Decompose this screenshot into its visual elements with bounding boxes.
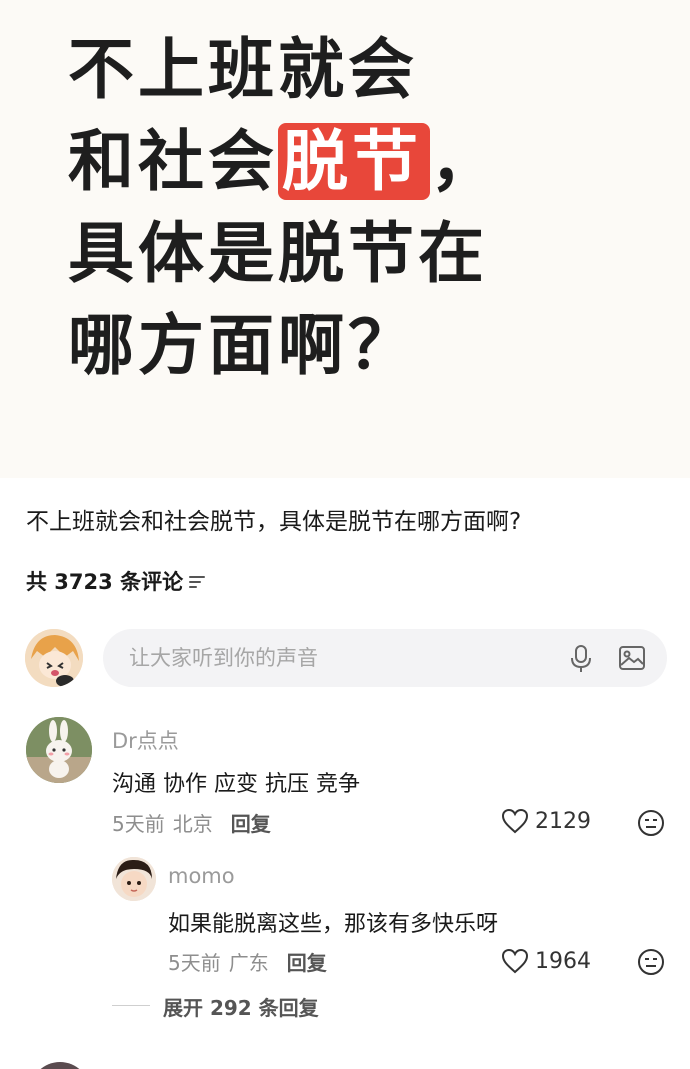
cover-text-comma: ，	[430, 123, 500, 200]
like-button[interactable]: 2129	[501, 808, 591, 834]
comment-meta: 5天前 北京 回复	[112, 808, 271, 837]
next-commenter-avatar[interactable]	[30, 1062, 90, 1069]
comment-time: 5天前	[112, 812, 165, 836]
comment-location: 北京	[172, 812, 213, 836]
cover-text-line-3: 具体是脱节在	[68, 215, 488, 292]
comment-count: 共 3723 条评论	[26, 570, 184, 594]
expand-replies-button[interactable]: 展开 292 条回复	[163, 992, 319, 1021]
emoji-icon[interactable]	[637, 809, 665, 837]
heart-icon	[501, 808, 529, 834]
reply-like-button[interactable]: 1964	[501, 948, 591, 974]
reply-content: 如果能脱离这些，那该有多快乐呀	[168, 912, 499, 937]
cover-text-highlight: 脱节	[278, 123, 430, 200]
cover-text-line-4: 哪方面啊？	[68, 307, 418, 384]
image-icon[interactable]	[619, 646, 645, 670]
reply-avatar[interactable]	[112, 857, 156, 901]
comment-content: 沟通 协作 应变 抗压 竞争	[112, 772, 360, 797]
reply-reply-button[interactable]: 回复	[287, 947, 327, 976]
like-count: 2129	[535, 808, 591, 834]
reply-time: 5天前	[168, 951, 221, 975]
cover-text-line-1: 不上班就会	[68, 31, 418, 108]
post-title: 不上班就会和社会脱节，具体是脱节在哪方面啊?	[26, 509, 522, 535]
cover-text-line-2: 和社会脱节，	[68, 122, 500, 202]
reply-like-count: 1964	[535, 948, 591, 974]
my-avatar[interactable]	[25, 629, 83, 687]
comment-input[interactable]	[129, 646, 549, 670]
mic-icon[interactable]	[569, 645, 593, 673]
reply-button[interactable]: 回复	[231, 808, 271, 837]
comment-input-box[interactable]	[103, 629, 667, 687]
reply-meta: 5天前 广东 回复	[168, 947, 327, 976]
post-cover-image[interactable]: 不上班就会 和社会脱节， 具体是脱节在 哪方面啊？	[0, 0, 690, 478]
reply-username[interactable]: momo	[168, 864, 235, 888]
heart-icon	[501, 948, 529, 974]
emoji-icon[interactable]	[637, 948, 665, 976]
sort-icon[interactable]	[189, 573, 207, 589]
commenter-username[interactable]: Dr点点	[112, 725, 179, 755]
reply-location: 广东	[228, 951, 269, 975]
cover-text-plain: 和社会	[68, 123, 278, 200]
expand-divider	[112, 1005, 150, 1006]
commenter-avatar[interactable]	[26, 717, 92, 783]
comment-sort-toggle[interactable]: 共 3723 条评论	[26, 566, 207, 596]
